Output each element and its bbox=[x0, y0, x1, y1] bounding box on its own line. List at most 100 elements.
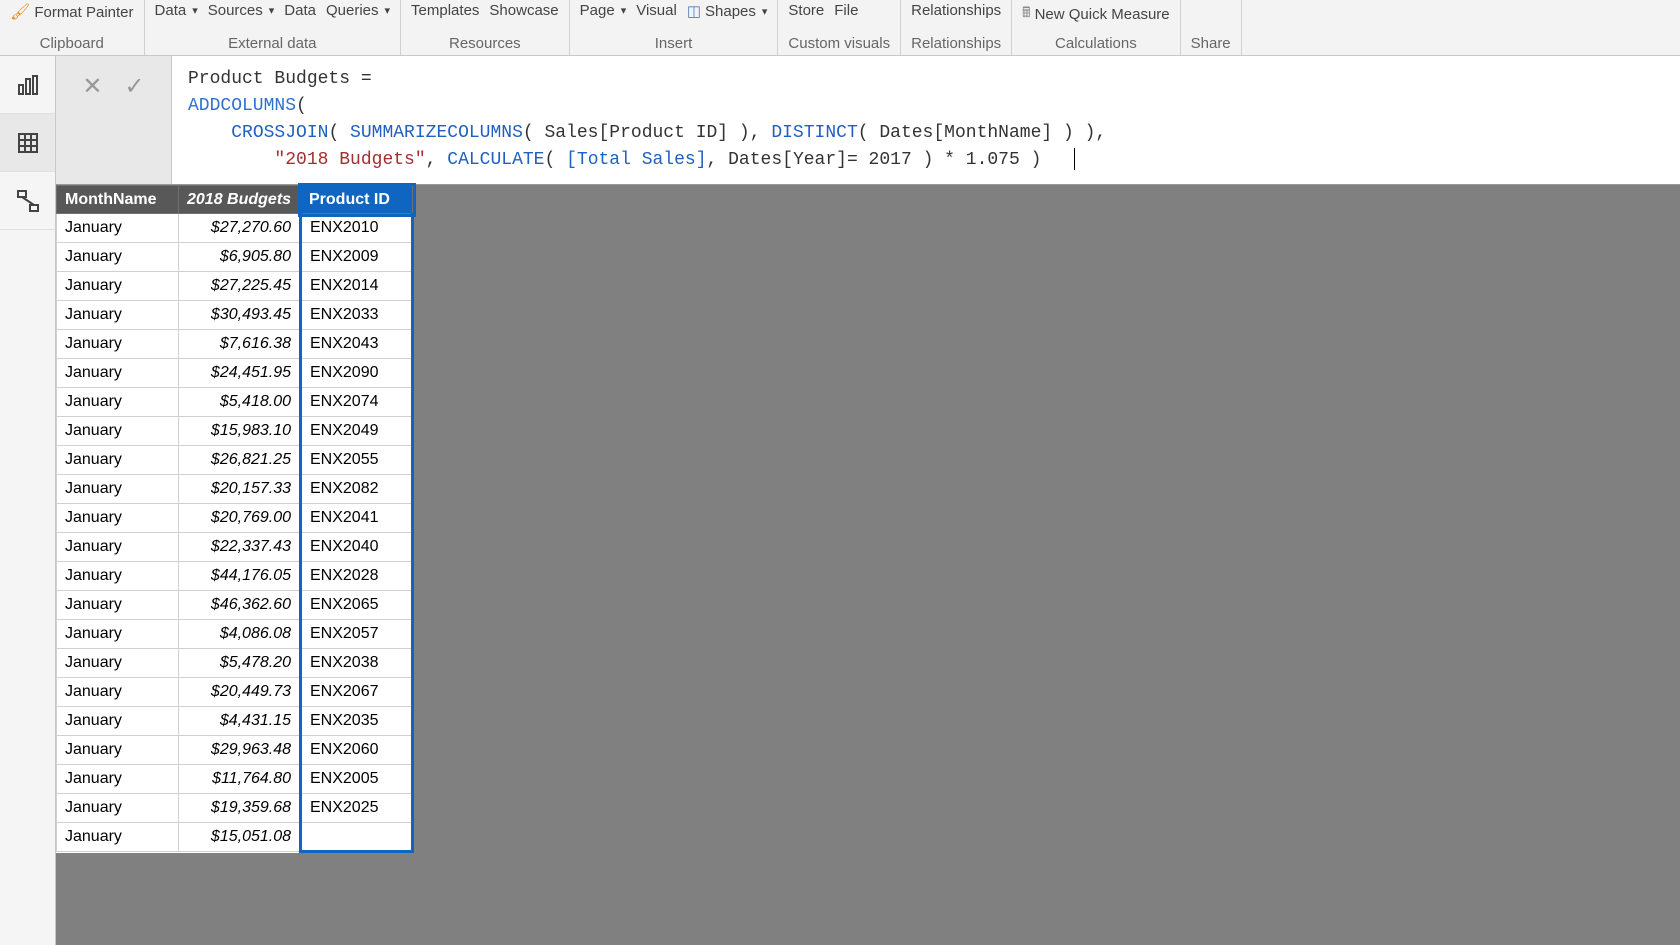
formula-editor[interactable]: Product Budgets = ADDCOLUMNS( CROSSJOIN(… bbox=[172, 56, 1680, 184]
cell-budget[interactable]: $11,764.80 bbox=[179, 765, 301, 794]
model-view-button[interactable] bbox=[0, 172, 55, 230]
cell-budget[interactable]: $20,449.73 bbox=[179, 678, 301, 707]
cell-budget[interactable]: $46,362.60 bbox=[179, 591, 301, 620]
cell-budget[interactable]: $26,821.25 bbox=[179, 446, 301, 475]
data-table[interactable]: MonthName2018 BudgetsProduct IDJanuary$2… bbox=[56, 185, 414, 853]
column-header[interactable]: MonthName bbox=[57, 186, 179, 214]
cell-month[interactable]: January bbox=[57, 301, 179, 330]
cell-budget[interactable]: $5,418.00 bbox=[179, 388, 301, 417]
table-row[interactable]: January$20,449.73ENX2067 bbox=[57, 678, 413, 707]
table-row[interactable]: January$4,431.15ENX2035 bbox=[57, 707, 413, 736]
data-dropdown[interactable]: Data bbox=[155, 2, 198, 19]
table-row[interactable]: January$29,963.48ENX2060 bbox=[57, 736, 413, 765]
cell-product[interactable]: ENX2033 bbox=[301, 301, 413, 330]
table-row[interactable]: January$44,176.05ENX2028 bbox=[57, 562, 413, 591]
cell-month[interactable]: January bbox=[57, 417, 179, 446]
cell-month[interactable]: January bbox=[57, 243, 179, 272]
column-header[interactable]: 2018 Budgets bbox=[179, 186, 301, 214]
cell-product[interactable]: ENX2067 bbox=[301, 678, 413, 707]
formula-cancel-button[interactable]: ✕ bbox=[82, 72, 102, 101]
table-row[interactable]: January$5,418.00ENX2074 bbox=[57, 388, 413, 417]
cell-product[interactable]: ENX2009 bbox=[301, 243, 413, 272]
table-row[interactable]: January$24,451.95ENX2090 bbox=[57, 359, 413, 388]
cell-product[interactable]: ENX2090 bbox=[301, 359, 413, 388]
table-row[interactable]: January$30,493.45ENX2033 bbox=[57, 301, 413, 330]
cell-month[interactable]: January bbox=[57, 649, 179, 678]
cell-month[interactable]: January bbox=[57, 591, 179, 620]
cell-product[interactable]: ENX2035 bbox=[301, 707, 413, 736]
showcase-button[interactable]: Showcase bbox=[489, 2, 558, 19]
table-row[interactable]: January$15,983.10ENX2049 bbox=[57, 417, 413, 446]
table-row[interactable]: January$20,769.00ENX2041 bbox=[57, 504, 413, 533]
cell-budget[interactable]: $4,431.15 bbox=[179, 707, 301, 736]
table-row[interactable]: January$27,225.45ENX2014 bbox=[57, 272, 413, 301]
format-painter-button[interactable]: 🖌Format Painter bbox=[10, 2, 134, 22]
cell-month[interactable]: January bbox=[57, 214, 179, 243]
cell-budget[interactable]: $27,225.45 bbox=[179, 272, 301, 301]
new-quick-measure-button[interactable]: 🖩New Quick Measure bbox=[1022, 2, 1169, 26]
data-view-button[interactable] bbox=[0, 114, 55, 172]
sources-dropdown[interactable]: Sources bbox=[208, 2, 275, 19]
cell-budget[interactable]: $7,616.38 bbox=[179, 330, 301, 359]
cell-product[interactable]: ENX2010 bbox=[301, 214, 413, 243]
cell-month[interactable]: January bbox=[57, 823, 179, 852]
cell-month[interactable]: January bbox=[57, 620, 179, 649]
cell-product[interactable]: ENX2082 bbox=[301, 475, 413, 504]
table-row[interactable]: January$22,337.43ENX2040 bbox=[57, 533, 413, 562]
templates-button[interactable]: Templates bbox=[411, 2, 479, 19]
cell-month[interactable]: January bbox=[57, 475, 179, 504]
cell-budget[interactable]: $22,337.43 bbox=[179, 533, 301, 562]
cell-product[interactable]: ENX2025 bbox=[301, 794, 413, 823]
table-row[interactable]: January$19,359.68ENX2025 bbox=[57, 794, 413, 823]
formula-commit-button[interactable]: ✓ bbox=[125, 72, 145, 101]
cell-product[interactable]: ENX2028 bbox=[301, 562, 413, 591]
cell-budget[interactable]: $20,769.00 bbox=[179, 504, 301, 533]
cell-budget[interactable]: $20,157.33 bbox=[179, 475, 301, 504]
cell-budget[interactable]: $44,176.05 bbox=[179, 562, 301, 591]
cell-budget[interactable]: $24,451.95 bbox=[179, 359, 301, 388]
table-row[interactable]: January$5,478.20ENX2038 bbox=[57, 649, 413, 678]
table-row[interactable]: January$6,905.80ENX2009 bbox=[57, 243, 413, 272]
cell-product[interactable]: ENX2057 bbox=[301, 620, 413, 649]
cell-budget[interactable]: $27,270.60 bbox=[179, 214, 301, 243]
cell-product[interactable]: ENX2005 bbox=[301, 765, 413, 794]
cell-budget[interactable]: $30,493.45 bbox=[179, 301, 301, 330]
table-row[interactable]: January$20,157.33ENX2082 bbox=[57, 475, 413, 504]
cell-product[interactable]: ENX2060 bbox=[301, 736, 413, 765]
cell-month[interactable]: January bbox=[57, 707, 179, 736]
cell-budget[interactable]: $29,963.48 bbox=[179, 736, 301, 765]
cell-budget[interactable]: $4,086.08 bbox=[179, 620, 301, 649]
cell-budget[interactable]: $15,983.10 bbox=[179, 417, 301, 446]
data-button-2[interactable]: Data bbox=[284, 2, 316, 19]
cell-product[interactable]: ENX2041 bbox=[301, 504, 413, 533]
visual-button[interactable]: Visual bbox=[636, 2, 677, 19]
cell-month[interactable]: January bbox=[57, 678, 179, 707]
cell-month[interactable]: January bbox=[57, 446, 179, 475]
report-view-button[interactable] bbox=[0, 56, 55, 114]
cell-budget[interactable]: $5,478.20 bbox=[179, 649, 301, 678]
cell-product[interactable] bbox=[301, 823, 413, 852]
cell-month[interactable]: January bbox=[57, 272, 179, 301]
cell-budget[interactable]: $15,051.08 bbox=[179, 823, 301, 852]
cell-month[interactable]: January bbox=[57, 794, 179, 823]
cell-month[interactable]: January bbox=[57, 504, 179, 533]
cell-product[interactable]: ENX2055 bbox=[301, 446, 413, 475]
table-row[interactable]: January$15,051.08 bbox=[57, 823, 413, 852]
table-row[interactable]: January$27,270.60ENX2010 bbox=[57, 214, 413, 243]
table-row[interactable]: January$11,764.80ENX2005 bbox=[57, 765, 413, 794]
cell-product[interactable]: ENX2043 bbox=[301, 330, 413, 359]
store-button[interactable]: Store bbox=[788, 2, 824, 19]
relationships-button[interactable]: Relationships bbox=[911, 2, 1001, 19]
cell-month[interactable]: January bbox=[57, 388, 179, 417]
cell-month[interactable]: January bbox=[57, 765, 179, 794]
cell-month[interactable]: January bbox=[57, 359, 179, 388]
cell-product[interactable]: ENX2074 bbox=[301, 388, 413, 417]
cell-product[interactable]: ENX2040 bbox=[301, 533, 413, 562]
table-row[interactable]: January$46,362.60ENX2065 bbox=[57, 591, 413, 620]
cell-product[interactable]: ENX2014 bbox=[301, 272, 413, 301]
queries-dropdown[interactable]: Queries bbox=[326, 2, 390, 19]
cell-budget[interactable]: $19,359.68 bbox=[179, 794, 301, 823]
shapes-dropdown[interactable]: ◫Shapes bbox=[687, 2, 768, 20]
table-row[interactable]: January$26,821.25ENX2055 bbox=[57, 446, 413, 475]
column-header[interactable]: Product ID bbox=[301, 186, 413, 214]
